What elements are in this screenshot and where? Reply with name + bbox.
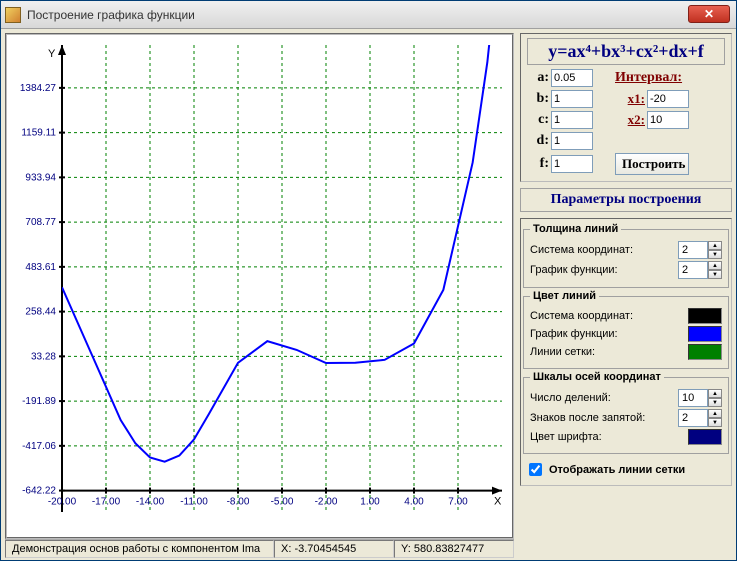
svg-text:483.61: 483.61 [25, 262, 56, 273]
svg-text:-191.89: -191.89 [22, 396, 56, 407]
thickness-func-spinner[interactable]: ▲▼ [678, 261, 722, 279]
colors-fieldset: Цвет линий Система координат: График фун… [523, 290, 729, 369]
titlebar: Построение графика функции ✕ [1, 1, 736, 29]
thickness-sys-input[interactable] [678, 241, 708, 259]
function-plot: -20.00 -17.00 -14.00 -11.00 -8.00 -5.00 -2.00 1… [7, 35, 512, 537]
close-button[interactable]: ✕ [688, 5, 730, 23]
scales-dec-spinner[interactable]: ▲▼ [678, 409, 722, 427]
thickness-sys-label: Система координат: [530, 244, 674, 256]
svg-text:933.94: 933.94 [25, 172, 56, 183]
input-f[interactable] [551, 155, 593, 173]
show-grid-row: Отображать линии сетки [523, 456, 729, 483]
input-d[interactable] [551, 132, 593, 150]
svg-text:-642.22: -642.22 [22, 486, 56, 497]
font-color-swatch[interactable] [688, 429, 722, 445]
color-func-label: График функции: [530, 328, 684, 340]
svg-text:1159.11: 1159.11 [21, 128, 56, 139]
svg-text:258.44: 258.44 [25, 307, 56, 318]
svg-text:-14.00: -14.00 [136, 497, 165, 508]
svg-text:-17.00: -17.00 [92, 497, 121, 508]
color-grid-swatch[interactable] [688, 344, 722, 360]
params-title: Параметры построения [520, 188, 732, 212]
svg-text:1384.27: 1384.27 [20, 83, 57, 94]
spin-up-icon[interactable]: ▲ [708, 241, 722, 250]
scales-div-input[interactable] [678, 389, 708, 407]
label-d: d: [527, 133, 549, 149]
input-c[interactable] [551, 111, 593, 129]
show-grid-checkbox[interactable] [529, 463, 542, 476]
label-a: a: [527, 70, 549, 86]
right-pane: y=ax⁴+bx³+cx²+dx+f a: Интервал: b: x1: c… [520, 33, 732, 556]
svg-text:-417.06: -417.06 [22, 441, 56, 452]
content-area: -20.00 -17.00 -14.00 -11.00 -8.00 -5.00 -2.00 1… [1, 29, 736, 560]
input-x2[interactable] [647, 111, 689, 129]
colors-legend: Цвет линий [530, 290, 599, 302]
svg-text:-20.00: -20.00 [48, 497, 77, 508]
label-f: f: [527, 156, 549, 172]
scales-dec-input[interactable] [678, 409, 708, 427]
interval-title: Интервал: [615, 70, 689, 86]
svg-text:Y: Y [48, 48, 56, 60]
input-a[interactable] [551, 69, 593, 87]
app-icon [5, 7, 21, 23]
thickness-func-label: График функции: [530, 264, 674, 276]
thickness-legend: Толщина линий [530, 223, 621, 235]
svg-text:X: X [494, 496, 502, 508]
spin-down-icon[interactable]: ▼ [708, 398, 722, 407]
scales-legend: Шкалы осей координат [530, 371, 664, 383]
svg-text:-2.00: -2.00 [315, 497, 338, 508]
spin-up-icon[interactable]: ▲ [708, 261, 722, 270]
thickness-func-input[interactable] [678, 261, 708, 279]
formula-display: y=ax⁴+bx³+cx²+dx+f [527, 38, 725, 65]
scales-fieldset: Шкалы осей координат Число делений: ▲▼ З… [523, 371, 729, 454]
thickness-fieldset: Толщина линий Система координат: ▲▼ Граф… [523, 223, 729, 288]
left-pane: -20.00 -17.00 -14.00 -11.00 -8.00 -5.00 -2.00 1… [5, 33, 514, 556]
params-panel: Толщина линий Система координат: ▲▼ Граф… [520, 218, 732, 486]
svg-text:-11.00: -11.00 [180, 497, 208, 508]
statusbar: Демонстрация основ работы с компонентом … [5, 539, 514, 558]
svg-text:7.00: 7.00 [448, 497, 468, 508]
spin-up-icon[interactable]: ▲ [708, 409, 722, 418]
app-window: Построение графика функции ✕ -20.00 -17.0… [0, 0, 737, 561]
scales-div-label: Число делений: [530, 392, 674, 404]
label-b: b: [527, 91, 549, 107]
window-title: Построение графика функции [27, 8, 195, 22]
color-func-swatch[interactable] [688, 326, 722, 342]
input-x1[interactable] [647, 90, 689, 108]
coef-grid: a: Интервал: b: x1: c: x2: d: [527, 69, 725, 175]
status-y: Y: 580.83827477 [394, 540, 514, 558]
scales-font-label: Цвет шрифта: [530, 431, 684, 443]
plot-frame: -20.00 -17.00 -14.00 -11.00 -8.00 -5.00 -2.00 1… [5, 33, 514, 539]
svg-text:4.00: 4.00 [404, 497, 424, 508]
spin-down-icon[interactable]: ▼ [708, 270, 722, 279]
spin-down-icon[interactable]: ▼ [708, 418, 722, 427]
svg-text:-5.00: -5.00 [271, 497, 294, 508]
coefficients-panel: y=ax⁴+bx³+cx²+dx+f a: Интервал: b: x1: c… [520, 33, 732, 182]
scales-dec-label: Знаков после запятой: [530, 412, 674, 424]
label-x2: x2: [615, 112, 645, 128]
svg-text:1.00: 1.00 [360, 497, 380, 508]
thickness-sys-spinner[interactable]: ▲▼ [678, 241, 722, 259]
color-sys-swatch[interactable] [688, 308, 722, 324]
build-button[interactable]: Построить [615, 153, 689, 175]
svg-text:-8.00: -8.00 [227, 497, 250, 508]
spin-up-icon[interactable]: ▲ [708, 389, 722, 398]
svg-text:33.28: 33.28 [31, 351, 56, 362]
input-b[interactable] [551, 90, 593, 108]
svg-text:708.77: 708.77 [25, 217, 56, 228]
color-grid-label: Линии сетки: [530, 346, 684, 358]
label-x1: x1: [615, 91, 645, 107]
label-c: c: [527, 112, 549, 128]
scales-div-spinner[interactable]: ▲▼ [678, 389, 722, 407]
status-demo: Демонстрация основ работы с компонентом … [5, 540, 274, 558]
spin-down-icon[interactable]: ▼ [708, 250, 722, 259]
color-sys-label: Система координат: [530, 310, 684, 322]
status-x: X: -3.70454545 [274, 540, 394, 558]
show-grid-label: Отображать линии сетки [549, 464, 685, 476]
